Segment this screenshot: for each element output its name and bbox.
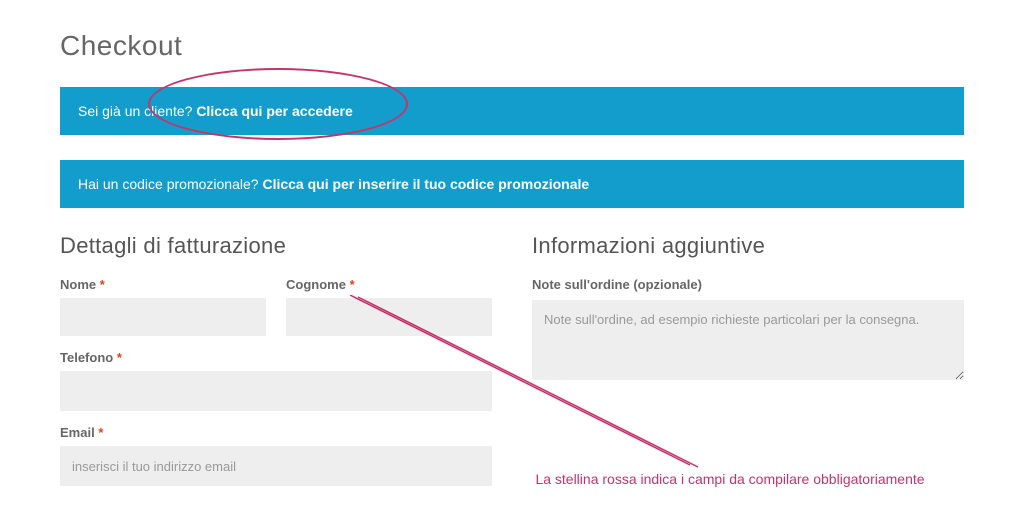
coupon-banner: Hai un codice promozionale? Clicca qui p… xyxy=(60,160,964,208)
additional-title: Informazioni aggiuntive xyxy=(532,233,964,259)
billing-title: Dettagli di fatturazione xyxy=(60,233,492,259)
lastname-label: Cognome * xyxy=(286,277,492,292)
order-notes-label: Note sull'ordine (opzionale) xyxy=(532,277,964,292)
email-label: Email * xyxy=(60,425,492,440)
coupon-banner-text: Hai un codice promozionale? xyxy=(78,176,259,192)
lastname-field[interactable] xyxy=(286,298,492,336)
login-banner-text: Sei già un cliente? xyxy=(78,103,192,119)
email-field[interactable] xyxy=(60,446,492,486)
billing-column: Dettagli di fatturazione Nome * Cognome … xyxy=(60,233,492,500)
firstname-field[interactable] xyxy=(60,298,266,336)
page-title: Checkout xyxy=(60,30,964,62)
phone-field[interactable] xyxy=(60,371,492,411)
coupon-link[interactable]: Clicca qui per inserire il tuo codice pr… xyxy=(262,176,589,192)
additional-column: Informazioni aggiuntive Note sull'ordine… xyxy=(532,233,964,500)
login-banner: Sei già un cliente? Clicca qui per acced… xyxy=(60,87,964,135)
phone-label: Telefono * xyxy=(60,350,492,365)
login-link[interactable]: Clicca qui per accedere xyxy=(196,103,352,119)
firstname-label: Nome * xyxy=(60,277,266,292)
order-notes-field[interactable] xyxy=(532,300,964,380)
